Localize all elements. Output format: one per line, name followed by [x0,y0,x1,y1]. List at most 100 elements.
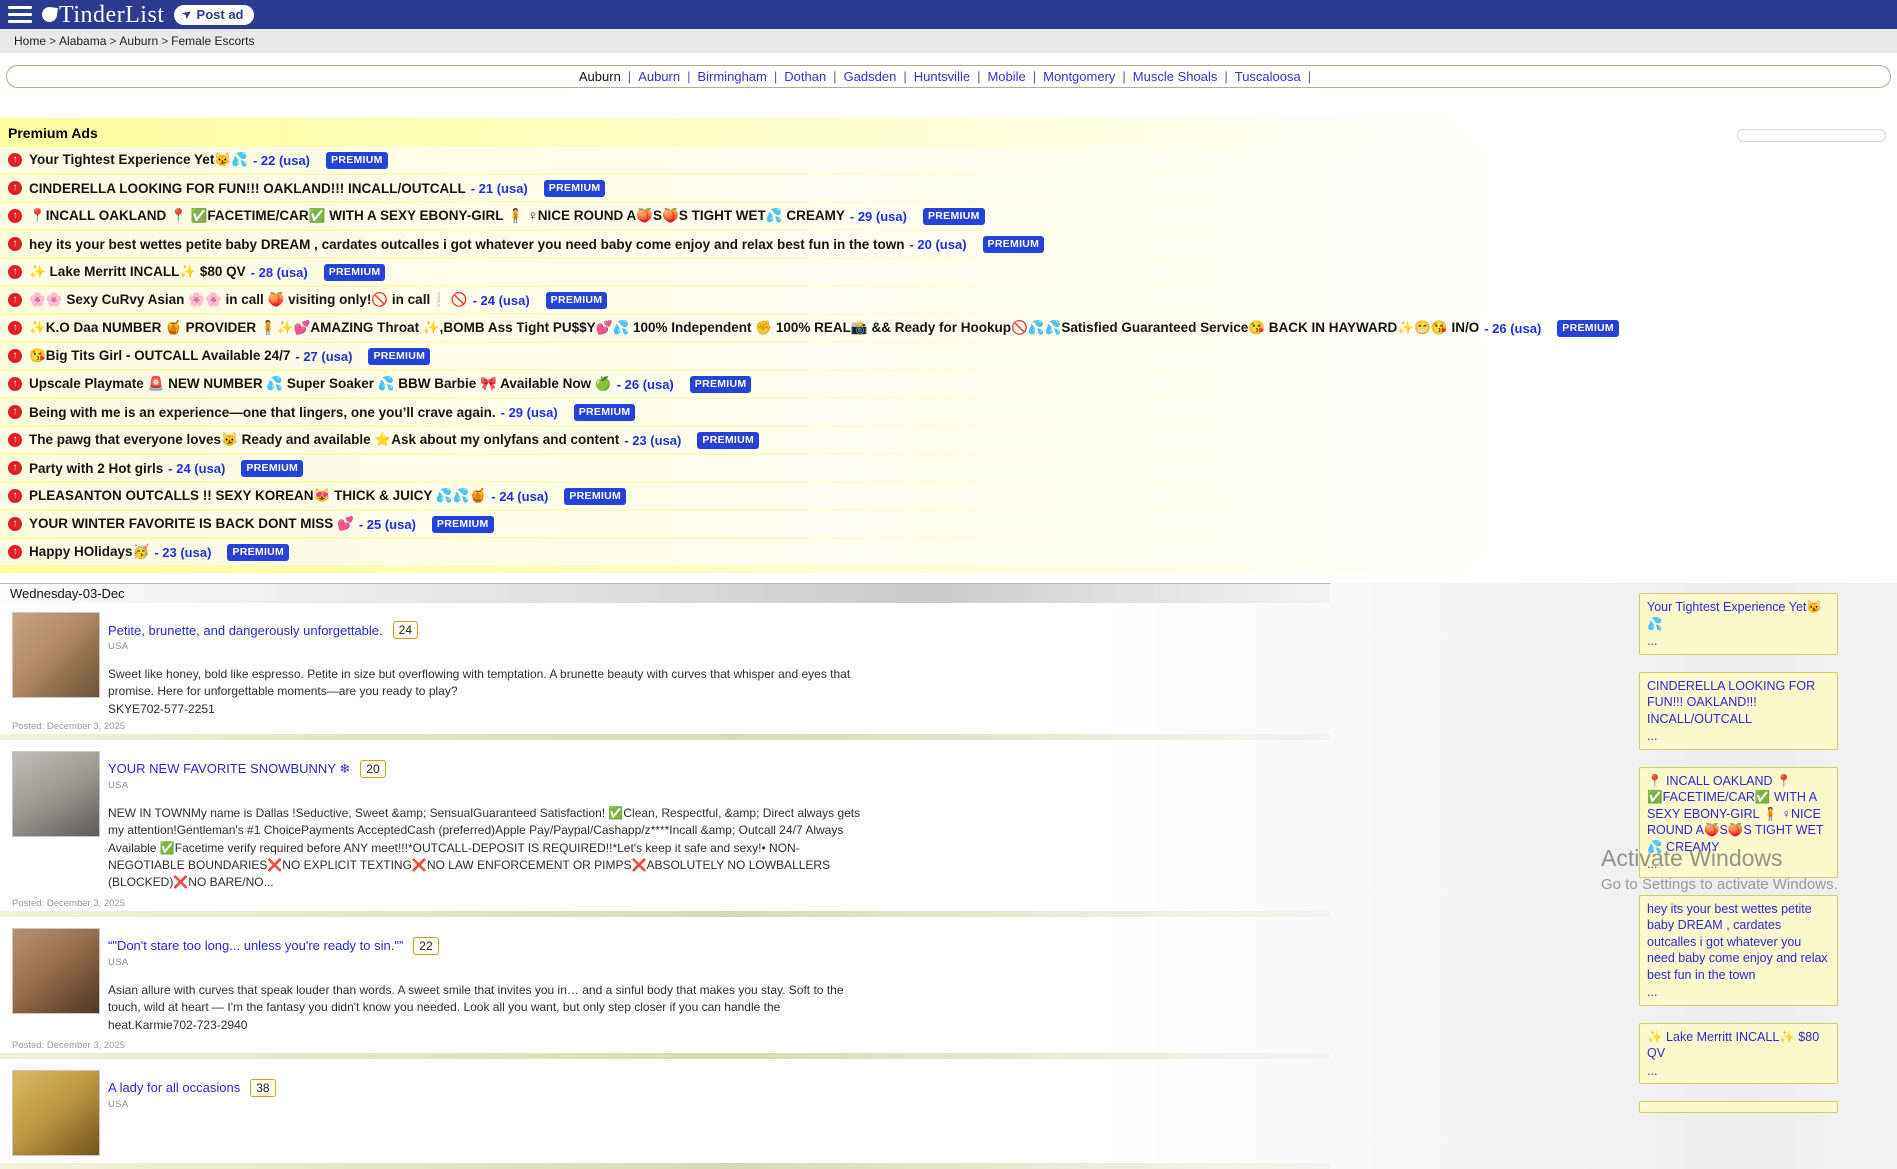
premium-badge: PREMIUM [368,348,430,365]
city-link[interactable]: Tuscaloosa [1235,69,1301,84]
premium-ad-meta: - 29 (usa) [501,405,558,420]
premium-ad-title[interactable]: Happy HOlidays🥳 [29,544,149,560]
premium-ad-row[interactable]: Your Tightest Experience Yet😼💦 - 22 (usa… [0,147,1897,173]
listing-description: NEW IN TOWNMy name is Dallas !Seductive,… [108,805,868,892]
listing-photo[interactable] [12,612,100,698]
sidebar-ad-box[interactable] [1639,1101,1838,1113]
premium-ad-title[interactable]: Party with 2 Hot girls [29,461,163,476]
city-link[interactable]: Auburn [579,69,621,84]
city-link[interactable]: Muscle Shoals [1133,69,1218,84]
menu-icon[interactable] [8,6,32,23]
premium-ad-title[interactable]: Your Tightest Experience Yet😼💦 [29,152,248,168]
premium-ad-row[interactable]: 📍INCALL OAKLAND 📍 ✅FACETIME/CAR✅ WITH A … [0,203,1897,229]
city-link[interactable]: Huntsville [914,69,970,84]
city-separator: | [774,69,777,84]
breadcrumb-link[interactable]: Alabama [59,34,106,48]
premium-ad-row[interactable]: Happy HOlidays🥳 - 23 (usa) PREMIUM [0,539,1897,565]
premium-ad-row[interactable]: 😘Big Tits Girl - OUTCALL Available 24/7 … [0,343,1897,369]
listing-photo[interactable] [12,751,100,837]
city-separator: | [833,69,836,84]
sidebar-ad-ellipsis: ... [1647,1063,1830,1080]
listing-country: USA [108,780,1277,791]
sidebar-ad-box[interactable]: ✨ Lake Merritt INCALL✨ $80 QV ... [1639,1023,1838,1085]
sidebar-ad-link[interactable]: CINDERELLA LOOKING FOR FUN!!! OAKLAND!!!… [1647,678,1830,728]
premium-ad-meta: - 26 (usa) [1484,321,1541,336]
premium-ad-row[interactable]: hey its your best wettes petite baby DRE… [0,231,1897,257]
city-link[interactable]: Mobile [987,69,1025,84]
premium-ad-meta: - 25 (usa) [359,517,416,532]
premium-ad-title[interactable]: CINDERELLA LOOKING FOR FUN!!! OAKLAND!!!… [29,181,466,196]
bump-up-icon [8,461,22,475]
listing-country: USA [108,957,1277,968]
bump-up-icon [8,433,22,447]
premium-ad-title[interactable]: ✨K.O Daa NUMBER 🍯 PROVIDER 🧍✨💕AMAZING Th… [29,320,1479,336]
listing-title-link[interactable]: Petite, brunette, and dangerously unforg… [108,623,383,638]
breadcrumb: Home> Alabama> Auburn> Female Escorts [0,29,1897,53]
premium-ad-row[interactable]: Being with me is an experience—one that … [0,399,1897,425]
premium-ad-row[interactable]: Party with 2 Hot girls - 24 (usa) PREMIU… [0,455,1897,481]
premium-ad-title[interactable]: 📍INCALL OAKLAND 📍 ✅FACETIME/CAR✅ WITH A … [29,208,845,224]
sidebar-ad-box[interactable]: Your Tightest Experience Yet😼💦 ... [1639,593,1838,655]
age-badge: 22 [413,937,438,955]
premium-ad-title[interactable]: 🌸🌸 Sexy CuRvy Asian 🌸🌸 in call 🍑 visitin… [29,292,468,308]
sidebar-ad-link[interactable]: ✨ Lake Merritt INCALL✨ $80 QV [1647,1029,1830,1062]
premium-ad-row[interactable]: 🌸🌸 Sexy CuRvy Asian 🌸🌸 in call 🍑 visitin… [0,287,1897,313]
breadcrumb-link[interactable]: Home [14,34,46,48]
city-link[interactable]: Dothan [784,69,826,84]
sidebar-ad-box[interactable]: CINDERELLA LOOKING FOR FUN!!! OAKLAND!!!… [1639,672,1838,750]
premium-ad-title[interactable]: The pawg that everyone loves😼 Ready and … [29,432,619,448]
paper-plane-icon: ➤ [179,5,195,22]
premium-sidebar: Your Tightest Experience Yet😼💦 ... CINDE… [1639,593,1838,1113]
listing-item: Petite, brunette, and dangerously unforg… [0,603,1897,732]
site-logo[interactable]: TinderList [42,3,164,27]
premium-badge: PREMIUM [432,516,494,533]
listing-photo[interactable] [12,1070,100,1156]
listing-item: “"Don't stare too long... unless you're … [0,919,1897,1051]
premium-ad-title[interactable]: PLEASANTON OUTCALLS !! SEXY KOREAN😻 THIC… [29,488,486,504]
premium-ad-meta: - 28 (usa) [251,265,308,280]
premium-badge: PREMIUM [983,236,1045,253]
bump-up-icon [8,321,22,335]
premium-ad-title[interactable]: YOUR WINTER FAVORITE IS BACK DONT MISS 💕 [29,516,354,532]
listing-separator [0,911,1330,917]
listing-title-link[interactable]: “"Don't stare too long... unless you're … [108,938,403,953]
breadcrumb-link[interactable]: Auburn [119,34,158,48]
bump-up-icon [8,237,22,251]
premium-ad-title[interactable]: ✨ Lake Merritt INCALL✨ $80 QV [29,264,246,280]
premium-ad-row[interactable]: ✨ Lake Merritt INCALL✨ $80 QV - 28 (usa)… [0,259,1897,285]
post-ad-button[interactable]: ➤ Post ad [174,5,253,25]
premium-ad-title[interactable]: Being with me is an experience—one that … [29,405,496,420]
sidebar-ad-link[interactable]: hey its your best wettes petite baby DRE… [1647,901,1830,984]
listing-title-link[interactable]: YOUR NEW FAVORITE SNOWBUNNY ❄ [108,761,350,777]
listing-title-link[interactable]: A lady for all occasions [108,1080,240,1095]
sidebar-ad-ellipsis: ... [1647,856,1830,873]
premium-ad-row[interactable]: PLEASANTON OUTCALLS !! SEXY KOREAN😻 THIC… [0,483,1897,509]
city-link[interactable]: Birmingham [698,69,767,84]
sidebar-ad-link[interactable]: 📍 INCALL OAKLAND 📍 ✅FACETIME/CAR✅ WITH A… [1647,773,1830,856]
sidebar-ad-box[interactable]: hey its your best wettes petite baby DRE… [1639,895,1838,1006]
premium-ads-section: Premium Ads Your Tightest Experience Yet… [0,118,1897,573]
premium-ad-row[interactable]: YOUR WINTER FAVORITE IS BACK DONT MISS 💕… [0,511,1897,537]
premium-ad-row[interactable]: ✨K.O Daa NUMBER 🍯 PROVIDER 🧍✨💕AMAZING Th… [0,315,1897,341]
city-link[interactable]: Gadsden [844,69,897,84]
listing-photo[interactable] [12,928,100,1014]
premium-ad-meta: - 23 (usa) [624,433,681,448]
city-link[interactable]: Montgomery [1043,69,1115,84]
breadcrumb-link[interactable]: Female Escorts [171,34,254,48]
premium-ad-row[interactable]: CINDERELLA LOOKING FOR FUN!!! OAKLAND!!!… [0,175,1897,201]
listings-feed: Wednesday-03-Dec Petite, brunette, and d… [0,583,1897,1169]
bump-up-icon [8,545,22,559]
premium-badge: PREMIUM [544,180,606,197]
premium-ad-row[interactable]: The pawg that everyone loves😼 Ready and … [0,427,1897,453]
premium-ad-title[interactable]: 😘Big Tits Girl - OUTCALL Available 24/7 [29,348,290,364]
sidebar-ad-box[interactable]: 📍 INCALL OAKLAND 📍 ✅FACETIME/CAR✅ WITH A… [1639,767,1838,878]
premium-ad-title[interactable]: hey its your best wettes petite baby DRE… [29,237,904,252]
premium-ad-row[interactable]: Upscale Playmate 🚨 NEW NUMBER 💦 Super So… [0,371,1897,397]
sidebar-ad-link[interactable]: Your Tightest Experience Yet😼💦 [1647,599,1830,632]
premium-ad-meta: - 24 (usa) [168,461,225,476]
listing-phone: SKYE702-577-2251 [108,702,1277,716]
premium-ad-meta: - 21 (usa) [471,181,528,196]
age-badge: 24 [393,621,418,639]
premium-ad-title[interactable]: Upscale Playmate 🚨 NEW NUMBER 💦 Super So… [29,376,612,392]
city-link[interactable]: Auburn [638,69,680,84]
